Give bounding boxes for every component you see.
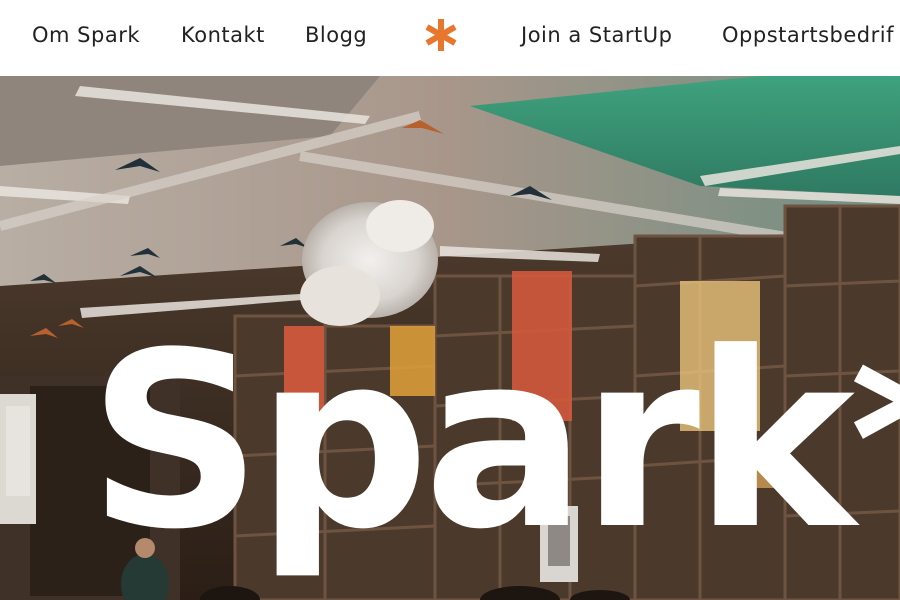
hero-title: Spark* <box>88 301 900 583</box>
hero-section: Spark* <box>0 76 900 600</box>
top-navigation: Om Spark Kontakt Blogg Join a StartUp Op… <box>0 0 900 76</box>
nav-link-oppstartsbedrifter[interactable]: Oppstartsbedrif <box>722 20 894 50</box>
asterisk-icon[interactable] <box>423 17 459 53</box>
nav-link-join-a-startup[interactable]: Join a StartUp <box>521 20 672 50</box>
nav-link-blogg[interactable]: Blogg <box>305 20 367 50</box>
nav-link-kontakt[interactable]: Kontakt <box>181 20 265 50</box>
nav-link-om-spark[interactable]: Om Spark <box>32 20 140 50</box>
